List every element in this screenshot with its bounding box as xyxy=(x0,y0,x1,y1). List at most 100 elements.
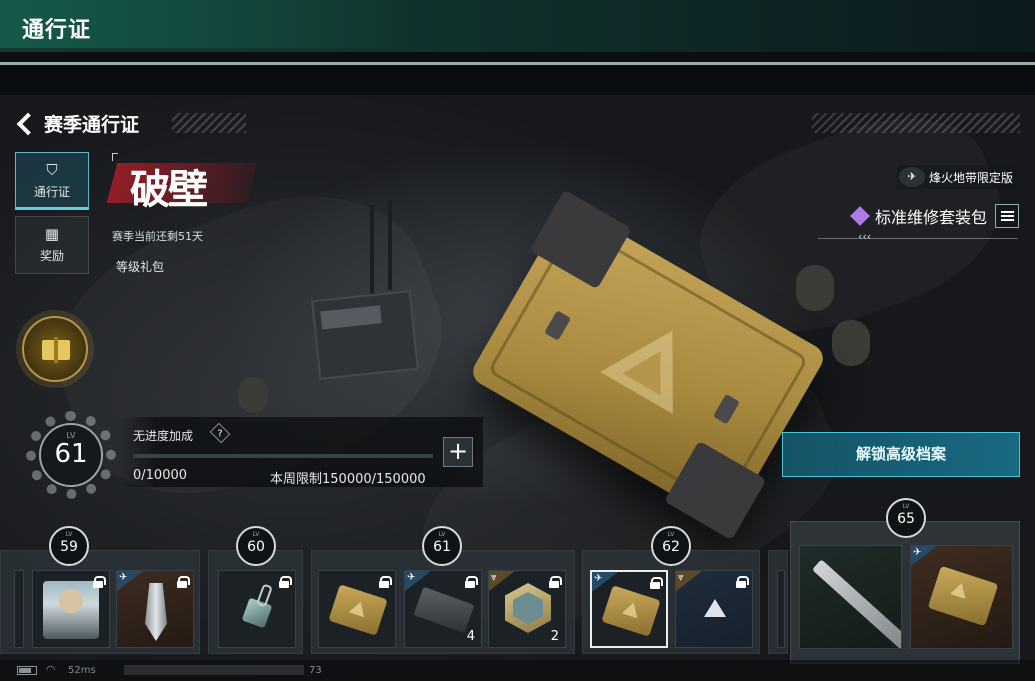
grenade xyxy=(796,265,834,311)
reward-cell-rifle-skin[interactable] xyxy=(799,545,902,649)
lock-icon xyxy=(996,551,1006,563)
gift-icon: ▦ xyxy=(44,225,60,243)
progress-bar xyxy=(133,454,433,458)
level-marker-prefix: LV xyxy=(252,531,260,538)
logo-bracket xyxy=(112,153,118,161)
lock-icon xyxy=(736,576,749,588)
reward-cell-gold-crate-premium[interactable]: ✈ xyxy=(910,545,1013,649)
rifle-skin-art xyxy=(812,559,901,648)
level-circle: LV 61 xyxy=(39,423,103,487)
level-marker-number: 62 xyxy=(662,539,680,555)
help-icon: ? xyxy=(217,427,223,439)
current-level: 61 xyxy=(54,439,88,469)
crate-logo-icon xyxy=(600,309,709,414)
level-marker-number: 65 xyxy=(897,511,915,527)
lock-icon xyxy=(279,576,292,588)
lock-icon xyxy=(465,576,478,588)
level-marker-65: LV 65 xyxy=(886,498,926,538)
tab-pass[interactable]: ⛉ 通行证 xyxy=(15,152,89,210)
item-details-list-icon[interactable] xyxy=(995,204,1019,228)
triangle-emblem-art xyxy=(704,599,726,617)
radio-antenna xyxy=(388,200,392,290)
top-bar: 通行证 xyxy=(0,0,1035,52)
helicopter-icon: ✈ xyxy=(594,573,603,584)
level-gift-label: 等级礼包 xyxy=(116,260,165,274)
progress-panel: 无进度加成 ? 0/10000 本周限制150000/150000 + xyxy=(120,417,483,487)
gold-crate-art xyxy=(927,565,999,627)
lock-icon xyxy=(549,576,562,588)
radio-antenna xyxy=(370,205,374,295)
progress-current: 0/10000 xyxy=(133,468,188,483)
reward-cell-blade-skin[interactable]: ✈ xyxy=(116,570,194,648)
keychain-charm-art xyxy=(241,597,273,629)
rarity-diamond-icon xyxy=(850,206,870,226)
lock-icon xyxy=(650,577,663,589)
reward-quantity: 2 xyxy=(550,629,559,644)
item-title-row: 标准维修套装包 xyxy=(850,203,1019,229)
tab-rewards[interactable]: ▦ 奖励 xyxy=(15,216,89,274)
wifi-icon: ◠ xyxy=(46,663,56,676)
item-name-divider xyxy=(818,230,1018,243)
reward-cell-hex-badge[interactable]: ⩔ 2 xyxy=(488,570,566,648)
helicopter-icon: ✈ xyxy=(407,572,416,583)
reward-cell-keychain[interactable] xyxy=(218,570,296,648)
header-stripes xyxy=(812,113,1020,133)
helicopter-icon: ✈ xyxy=(898,167,925,187)
helicopter-icon: ✈ xyxy=(119,572,128,583)
back-navigation[interactable]: 赛季通行证 xyxy=(16,109,139,137)
reward-cell-weapon-case[interactable]: ✈ 4 xyxy=(404,570,482,648)
item-name: 标准维修套装包 xyxy=(874,208,987,227)
level-marker-60: LV 60 xyxy=(236,526,276,566)
level-badge: LV 61 xyxy=(26,411,116,499)
lock-icon xyxy=(177,576,190,588)
reward-quantity: 4 xyxy=(466,629,475,644)
help-button[interactable]: ? xyxy=(209,422,231,444)
soldier-skin-art xyxy=(43,581,99,639)
level-marker-number: 60 xyxy=(247,539,265,555)
reward-cell-soldier-skin[interactable] xyxy=(32,570,110,648)
back-arrow-icon[interactable] xyxy=(16,113,36,133)
progress-bonus-label: 无进度加成 xyxy=(133,429,194,443)
level-marker-59: LV 59 xyxy=(49,526,89,566)
battery-icon xyxy=(17,666,37,675)
level-marker-prefix: LV xyxy=(902,503,910,510)
level-marker-prefix: LV xyxy=(65,531,73,538)
reward-cell-triangle-emblem[interactable]: ⩔ xyxy=(675,570,753,648)
status-blurred xyxy=(124,665,304,675)
header-stripes xyxy=(172,113,246,133)
season-logo: 破壁 xyxy=(106,153,262,217)
edition-badge: ✈ 烽火地带限定版 xyxy=(896,165,1019,189)
helicopter-icon: ✈ xyxy=(913,547,922,558)
crate-corner xyxy=(529,189,632,290)
reward-cell-gold-crate-selected[interactable]: ✈ xyxy=(590,570,668,648)
season-logo-text: 破壁 xyxy=(130,166,208,213)
grenade xyxy=(238,377,268,413)
lock-icon xyxy=(885,551,895,563)
lock-icon xyxy=(93,576,106,588)
weapon-case-art xyxy=(413,586,475,634)
reward-cell-partial[interactable] xyxy=(777,570,785,648)
top-gap xyxy=(0,65,1035,95)
ping-readout: 52ms xyxy=(68,665,96,676)
level-gift-button[interactable] xyxy=(22,316,88,382)
reward-cell-gold-crate[interactable] xyxy=(318,570,396,648)
fps-readout: 73 xyxy=(309,665,322,676)
blade-skin-art xyxy=(145,583,167,641)
add-progress-button[interactable]: + xyxy=(443,437,473,467)
level-marker-number: 59 xyxy=(60,539,78,555)
status-bar: ◠ 52ms 73 xyxy=(0,660,1035,681)
reward-cell-partial[interactable] xyxy=(14,570,24,648)
grenade xyxy=(832,320,870,366)
chevron-emblem-icon: ⩔ xyxy=(678,572,684,583)
level-marker-prefix: LV xyxy=(438,531,446,538)
crate-latch xyxy=(544,310,572,341)
page-title: 通行证 xyxy=(22,18,92,43)
lock-icon xyxy=(379,576,392,588)
gold-crate-art xyxy=(328,584,388,636)
season-remaining: 赛季当前还剩51天 xyxy=(112,230,203,243)
unlock-premium-button[interactable]: 解锁高级档案 xyxy=(782,432,1020,477)
weekly-limit: 本周限制150000/150000 xyxy=(270,472,426,487)
shield-bolt-icon: ⛉ xyxy=(46,161,58,179)
chevron-emblem-icon: ⩔ xyxy=(491,572,497,583)
tab-rewards-label: 奖励 xyxy=(39,249,64,263)
